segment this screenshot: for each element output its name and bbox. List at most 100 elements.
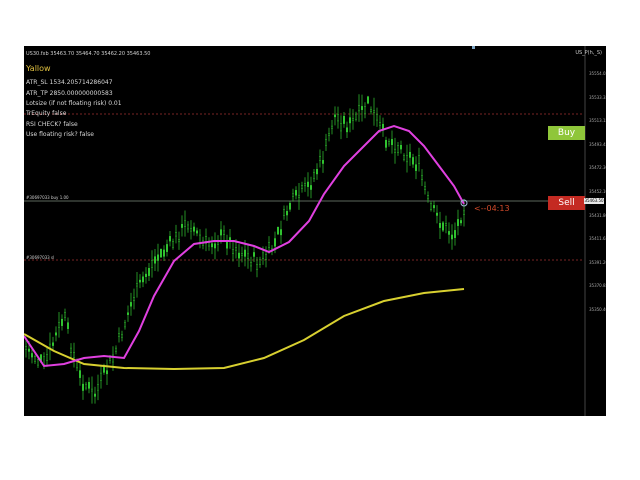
magenta-moving-average xyxy=(24,124,465,368)
candle-body xyxy=(322,160,325,164)
candle-body xyxy=(99,372,102,381)
candle-body xyxy=(310,185,313,190)
candle-body xyxy=(424,186,427,190)
upper-level-label: #30697033 buy 1.00 xyxy=(26,195,69,200)
candle-body xyxy=(421,175,424,180)
chart-tag: US_P(h,_S) xyxy=(575,50,602,56)
candle-body xyxy=(286,211,289,216)
window-marker-icon xyxy=(472,46,475,49)
candle-body xyxy=(79,370,82,378)
candle-body xyxy=(460,220,463,224)
candle-body xyxy=(55,332,58,336)
candle-body xyxy=(147,268,150,276)
candle-body xyxy=(249,262,252,267)
candle-body xyxy=(442,222,445,231)
candle-body xyxy=(370,109,373,112)
candle-body xyxy=(313,171,316,180)
candle-body xyxy=(361,106,364,110)
candle-body xyxy=(27,348,30,352)
candle-body xyxy=(264,254,267,260)
buy-button[interactable]: Buy xyxy=(548,126,585,140)
candle-body xyxy=(301,185,304,189)
candle-body xyxy=(358,104,361,112)
candle-body xyxy=(30,353,33,358)
candle-body xyxy=(144,273,147,277)
candle-body xyxy=(400,145,403,150)
candle-body xyxy=(195,230,198,234)
candle-body xyxy=(52,342,55,346)
candle-body xyxy=(391,139,394,146)
chart-window[interactable]: US30.fxb 35463.70 35464.70 35462.20 3546… xyxy=(24,46,606,416)
candle-body xyxy=(280,229,283,236)
candle-body xyxy=(255,264,258,270)
candle-body xyxy=(292,193,295,197)
price-scale-label: 35431.80 xyxy=(589,212,606,218)
candle-body xyxy=(228,237,231,241)
candle-body xyxy=(25,346,28,350)
candle-body xyxy=(85,383,88,389)
candle-body xyxy=(73,352,76,358)
candle-body xyxy=(33,356,36,362)
info-floating-risk: Use floating risk? false xyxy=(26,131,94,138)
candle-body xyxy=(352,117,355,121)
candle-body xyxy=(153,256,156,264)
candle-body xyxy=(36,359,39,366)
candle-body xyxy=(343,115,346,124)
candle-body xyxy=(165,244,168,252)
price-scale-label: 35472.30 xyxy=(589,165,606,171)
candle-body xyxy=(304,183,307,187)
candle-body xyxy=(331,125,334,129)
candle-body xyxy=(96,384,99,391)
candle-body xyxy=(138,279,141,283)
candle-body xyxy=(132,297,135,302)
candle-body xyxy=(406,155,409,163)
candle-body xyxy=(355,113,358,120)
candle-body xyxy=(454,230,457,238)
candle-body xyxy=(385,139,388,148)
candle-body xyxy=(58,322,61,328)
candle-body xyxy=(457,219,460,226)
info-atr-sl: ATR_SL 1534.205714286047 xyxy=(26,79,113,86)
candle-body xyxy=(46,354,49,361)
candle-body xyxy=(298,194,301,198)
candle-body xyxy=(120,334,123,338)
candle-body xyxy=(276,226,279,235)
candle-body xyxy=(117,333,120,337)
info-trequity: TrEquity false xyxy=(26,110,67,117)
candle-body xyxy=(240,253,243,256)
candle-body xyxy=(183,220,186,227)
candle-body xyxy=(225,241,228,249)
candle-body xyxy=(283,209,286,216)
candle-body xyxy=(189,228,192,232)
sell-button[interactable]: Sell xyxy=(548,196,585,210)
candle-body xyxy=(93,393,96,397)
candle-body xyxy=(451,234,454,240)
candle-body xyxy=(135,283,138,287)
candle-body xyxy=(376,114,379,121)
candle-body xyxy=(64,312,67,318)
candle-body xyxy=(436,212,439,216)
lower-level-label: #30697033 sl xyxy=(26,255,55,260)
candle-body xyxy=(364,106,367,114)
candle-body xyxy=(307,181,310,187)
candle-body xyxy=(87,382,90,389)
candle-body xyxy=(319,156,322,161)
candle-body xyxy=(243,249,246,257)
candle-body xyxy=(102,366,105,373)
candle-body xyxy=(162,249,165,257)
candle-body xyxy=(141,276,144,283)
candle-body xyxy=(108,357,111,361)
info-rsi-check: RSI CHECK? false xyxy=(26,121,78,128)
candle-body xyxy=(373,110,376,114)
candle-body xyxy=(433,205,436,209)
candle-body xyxy=(445,223,448,226)
candle-body xyxy=(334,114,337,118)
price-scale-label: 35391.20 xyxy=(589,259,606,265)
candle-body xyxy=(388,141,391,145)
candle-body xyxy=(234,247,237,251)
candle-body xyxy=(231,249,234,254)
candle-body xyxy=(439,223,442,228)
candle-body xyxy=(448,231,451,235)
candle-body xyxy=(105,370,108,375)
candle-body xyxy=(61,318,64,326)
